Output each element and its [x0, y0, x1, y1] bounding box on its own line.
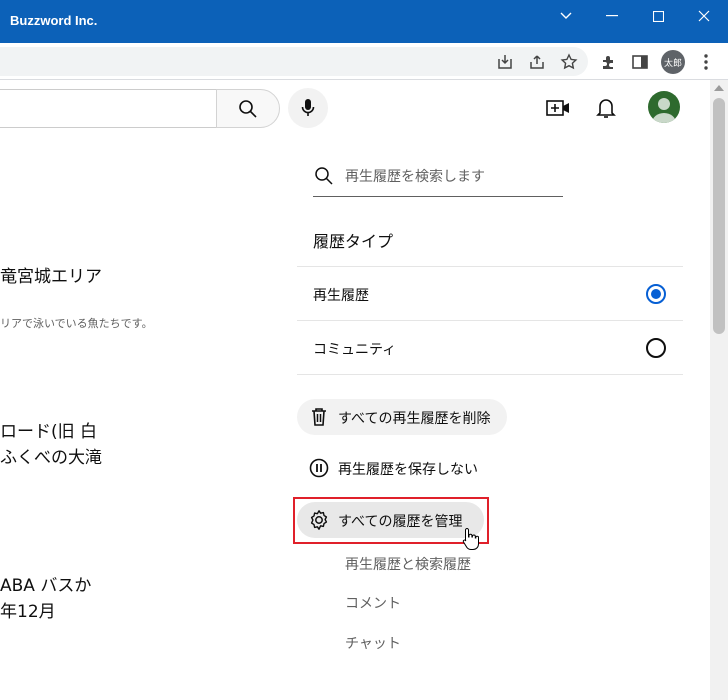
pause-history-label: 再生履歴を保存しない — [338, 462, 478, 478]
extensions-icon[interactable] — [598, 52, 618, 72]
delete-all-history-button[interactable]: すべての再生履歴を削除 — [297, 399, 507, 435]
history-search-placeholder: 再生履歴を検索します — [345, 169, 485, 185]
share-icon[interactable] — [527, 52, 547, 72]
search-icon — [315, 167, 333, 185]
tab-search-chevron-icon[interactable] — [543, 0, 589, 32]
voice-search-button[interactable] — [288, 88, 328, 128]
video-description: リアで泳いでいる魚たちです。 — [0, 317, 153, 330]
window-titlebar: Buzzword Inc. — [0, 0, 728, 43]
sub-link-chat[interactable]: チャット — [345, 633, 401, 653]
profile-avatar[interactable]: 太郎 — [661, 50, 685, 74]
scrollbar-thumb[interactable] — [713, 98, 725, 334]
minimize-icon[interactable] — [589, 0, 635, 32]
history-type-heading: 履歴タイプ — [313, 232, 394, 251]
bookmark-star-icon[interactable] — [559, 52, 579, 72]
video-title[interactable]: 年12月 — [0, 597, 56, 622]
window-title: Buzzword Inc. — [10, 13, 98, 28]
video-title[interactable]: ロード(旧 白 — [0, 417, 97, 442]
microphone-icon — [301, 99, 315, 116]
history-type-option-watch[interactable]: 再生履歴 — [297, 266, 683, 320]
browser-toolbar — [0, 43, 728, 80]
history-search-field[interactable]: 再生履歴を検索します — [313, 158, 563, 197]
maximize-icon[interactable] — [635, 0, 681, 32]
trash-icon — [308, 406, 330, 428]
site-search-button[interactable] — [216, 89, 280, 128]
divider — [297, 374, 683, 375]
install-app-icon[interactable] — [495, 52, 515, 72]
page-scrollbar[interactable] — [710, 80, 728, 700]
site-search-input[interactable] — [0, 89, 217, 128]
browser-menu-icon[interactable] — [696, 52, 716, 72]
scroll-up-arrow-icon[interactable] — [714, 85, 724, 91]
sub-link-comments[interactable]: コメント — [345, 593, 401, 613]
search-icon — [239, 99, 257, 118]
pause-history-button[interactable]: 再生履歴を保存しない — [297, 450, 497, 486]
history-type-label: コミュニティ — [313, 342, 397, 358]
video-title[interactable]: ABA バスか — [0, 571, 91, 596]
close-icon[interactable] — [681, 0, 727, 32]
annotation-highlight-box — [293, 497, 489, 544]
notifications-bell-icon[interactable] — [593, 95, 619, 121]
delete-all-history-label: すべての再生履歴を削除 — [338, 411, 491, 427]
account-avatar[interactable] — [648, 91, 680, 123]
create-video-icon[interactable] — [545, 95, 571, 121]
history-type-label: 再生履歴 — [313, 288, 369, 304]
video-title[interactable]: ふくべの大滝 — [0, 443, 102, 468]
history-type-option-community[interactable]: コミュニティ — [297, 320, 683, 374]
sub-link-watch-search-history[interactable]: 再生履歴と検索履歴 — [345, 554, 471, 574]
pause-circle-icon — [308, 457, 330, 479]
hand-pointer-cursor-icon — [462, 527, 480, 555]
video-title[interactable]: 竜宮城エリア — [0, 262, 102, 287]
radio-unselected-icon[interactable] — [646, 338, 666, 358]
side-panel-icon[interactable] — [630, 52, 650, 72]
radio-selected-icon[interactable] — [646, 284, 666, 304]
